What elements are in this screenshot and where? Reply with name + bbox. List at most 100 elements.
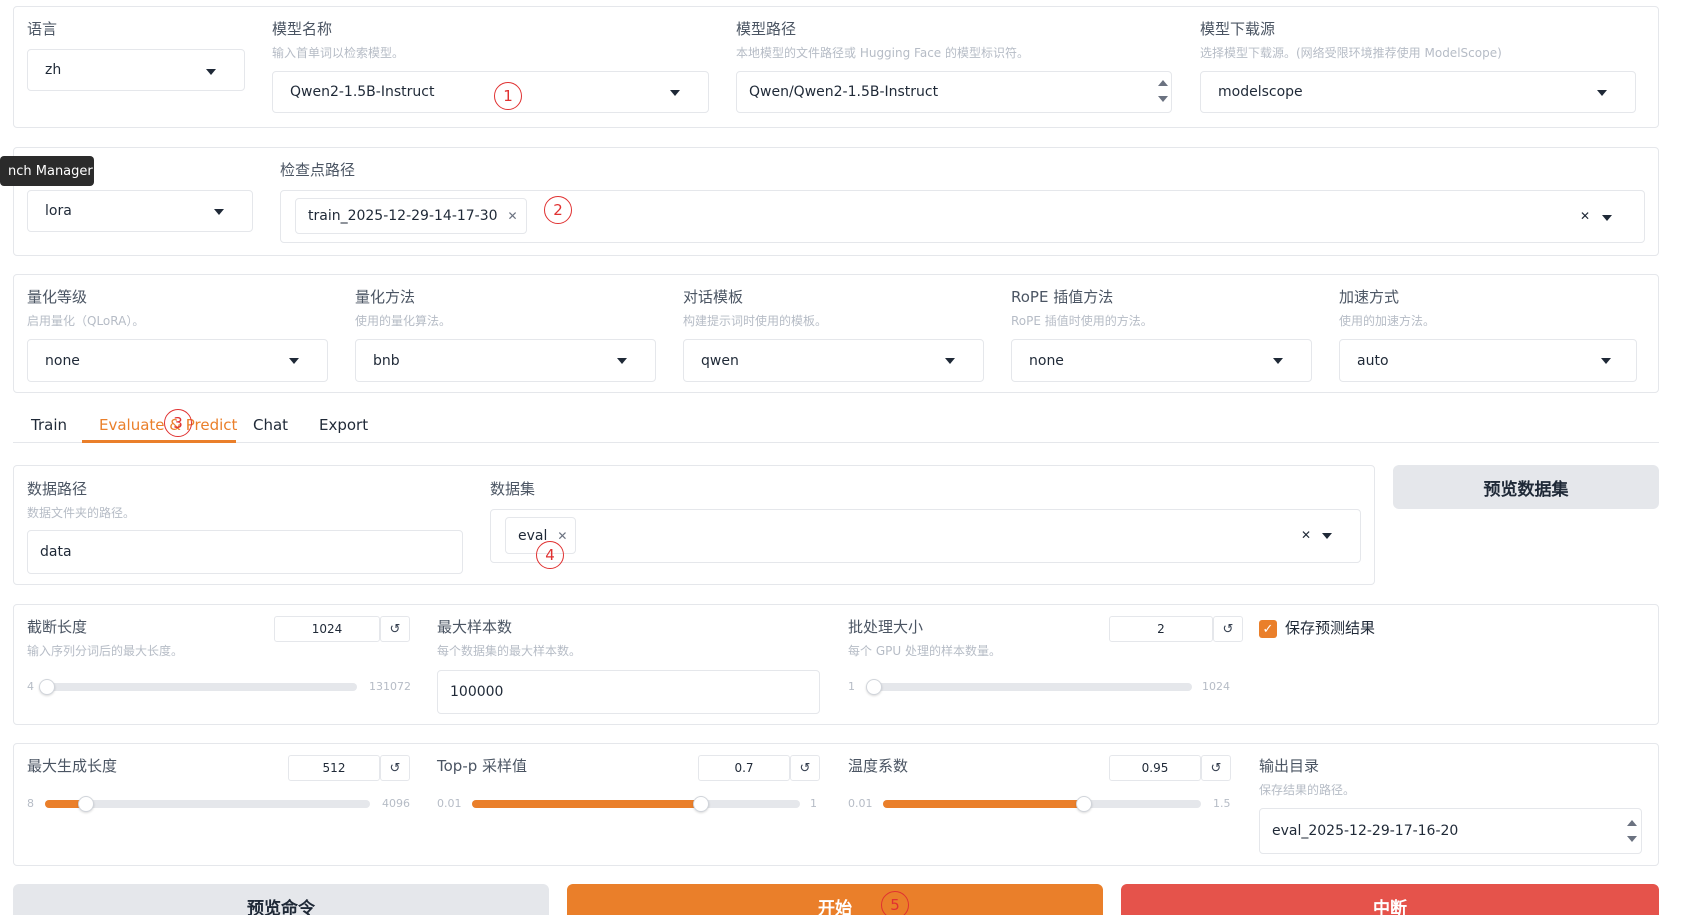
finetune-method-chevron-down-icon [214, 209, 224, 215]
dataset-chevron-down-icon [1322, 533, 1332, 539]
model-path-label: 模型路径 [736, 20, 797, 38]
batch-size-reset-icon[interactable]: ↺ [1213, 616, 1243, 642]
checkpoint-chip-label: train_2025-12-29-14-17-30 [308, 208, 498, 224]
quant-bit-hint: 启用量化（QLoRA）。 [27, 314, 145, 328]
tab-export[interactable]: Export [319, 416, 368, 434]
model-name-hint: 输入首单词以检索模型。 [272, 46, 405, 60]
top-p-reset-icon[interactable]: ↺ [790, 755, 820, 781]
model-name-label: 模型名称 [272, 20, 333, 38]
top-p-min: 0.01 [437, 797, 462, 810]
language-label: 语言 [27, 20, 58, 38]
batch-size-min: 1 [848, 680, 855, 693]
predict-label[interactable]: 保存预测结果 [1285, 617, 1375, 638]
dataset-chip-label: eval [518, 527, 548, 544]
booster-hint: 使用的加速方法。 [1339, 314, 1436, 328]
batch-size-max: 1024 [1202, 680, 1230, 693]
max-new-tokens-reset-icon[interactable]: ↺ [380, 755, 410, 781]
template-chevron-down-icon [945, 358, 955, 364]
dataset-dir-label: 数据路径 [27, 480, 88, 498]
checkpoint-chevron-down-icon [1602, 215, 1612, 221]
output-dir-hint: 保存结果的路径。 [1259, 783, 1356, 797]
cutoff-len-reset-icon[interactable]: ↺ [380, 616, 410, 642]
model-source-chevron-down-icon [1597, 90, 1607, 96]
dataset-dir-input[interactable]: data [27, 530, 463, 574]
batch-size-input[interactable]: 2 [1109, 616, 1213, 642]
batch-size-slider[interactable] [866, 679, 1192, 695]
cutoff-len-label: 截断长度 [27, 618, 88, 636]
tab-train[interactable]: Train [31, 416, 67, 434]
quant-bit-label: 量化等级 [27, 288, 88, 306]
temperature-reset-icon[interactable]: ↺ [1201, 755, 1231, 781]
start-button[interactable]: 开始 [567, 884, 1103, 915]
model-path-spinner-icon[interactable] [1158, 78, 1168, 104]
rope-select[interactable]: none [1011, 339, 1312, 382]
model-path-input[interactable]: Qwen/Qwen2-1.5B-Instruct [736, 71, 1172, 113]
template-select[interactable]: qwen [683, 339, 984, 382]
temperature-slider[interactable] [883, 796, 1201, 812]
top-p-input[interactable]: 0.7 [698, 755, 790, 781]
annotation-marker-4: 4 [536, 541, 564, 569]
temperature-max: 1.5 [1213, 797, 1231, 810]
template-label: 对话模板 [683, 288, 744, 306]
model-source-label: 模型下载源 [1200, 20, 1276, 38]
quant-method-select[interactable]: bnb [355, 339, 656, 382]
quant-bit-chevron-down-icon [289, 358, 299, 364]
annotation-marker-1: 1 [494, 82, 522, 110]
model-source-select[interactable]: modelscope [1200, 71, 1636, 113]
dataset-clear-close-icon[interactable]: ✕ [1297, 526, 1315, 544]
output-dir-spinner-icon[interactable] [1627, 818, 1637, 844]
limits-panel [13, 604, 1659, 725]
booster-chevron-down-icon [1601, 358, 1611, 364]
dataset-chip-close-icon[interactable]: ✕ [557, 529, 567, 543]
booster-select[interactable]: auto [1339, 339, 1637, 382]
annotation-marker-3: 3 [164, 409, 192, 437]
dataset-label: 数据集 [490, 480, 536, 498]
top-p-label: Top-p 采样值 [437, 757, 528, 775]
cutoff-len-input[interactable]: 1024 [274, 616, 380, 642]
max-samples-hint: 每个数据集的最大样本数。 [437, 644, 582, 658]
temperature-label: 温度系数 [848, 757, 909, 775]
checkpoint-chip-close-icon[interactable]: ✕ [508, 209, 518, 223]
output-dir-input[interactable]: eval_2025-12-29-17-16-20 [1259, 808, 1642, 854]
cutoff-len-slider[interactable] [39, 679, 357, 695]
preview-dataset-button[interactable]: 预览数据集 [1393, 465, 1659, 509]
tab-chat[interactable]: Chat [253, 416, 288, 434]
top-p-slider[interactable] [472, 796, 800, 812]
predict-checkbox[interactable]: ✓ [1259, 620, 1277, 638]
cutoff-len-max: 131072 [369, 680, 411, 693]
annotation-marker-5: 5 [881, 891, 909, 915]
checkpoint-clear-close-icon[interactable]: ✕ [1576, 207, 1594, 225]
model-name-select[interactable]: Qwen2-1.5B-Instruct [272, 71, 709, 113]
language-chevron-down-icon [206, 69, 216, 75]
active-tab-underline [82, 440, 236, 443]
max-new-tokens-min: 8 [27, 797, 34, 810]
model-name-chevron-down-icon [670, 90, 680, 96]
max-new-tokens-input[interactable]: 512 [288, 755, 380, 781]
max-new-tokens-max: 4096 [382, 797, 410, 810]
model-path-hint: 本地模型的文件路径或 Hugging Face 的模型标识符。 [736, 46, 1029, 60]
quant-method-chevron-down-icon [617, 358, 627, 364]
max-new-tokens-label: 最大生成长度 [27, 757, 118, 775]
max-new-tokens-slider[interactable] [45, 796, 370, 812]
output-dir-label: 输出目录 [1259, 757, 1320, 775]
quant-method-hint: 使用的量化算法。 [355, 314, 452, 328]
batch-size-hint: 每个 GPU 处理的样本数量。 [848, 644, 1001, 658]
batch-size-label: 批处理大小 [848, 618, 924, 636]
check-icon: ✓ [1262, 621, 1274, 637]
tooltip-launch-manager: nch Manager [0, 156, 94, 186]
temperature-input[interactable]: 0.95 [1109, 755, 1201, 781]
rope-chevron-down-icon [1273, 358, 1283, 364]
checkpoint-label: 检查点路径 [280, 161, 356, 179]
dataset-dir-hint: 数据文件夹的路径。 [27, 506, 136, 520]
abort-button[interactable]: 中断 [1121, 884, 1659, 915]
quant-bit-select[interactable]: none [27, 339, 328, 382]
max-samples-input[interactable]: 100000 [437, 670, 820, 714]
booster-label: 加速方式 [1339, 288, 1400, 306]
preview-command-button[interactable]: 预览命令 [13, 884, 549, 915]
cutoff-len-hint: 输入序列分词后的最大长度。 [27, 644, 184, 658]
checkpoint-chip[interactable]: train_2025-12-29-14-17-30 ✕ [295, 198, 527, 234]
rope-label: RoPE 插值方法 [1011, 288, 1114, 306]
template-hint: 构建提示词时使用的模板。 [683, 314, 828, 328]
dataset-multiselect[interactable] [490, 509, 1361, 563]
annotation-marker-2: 2 [544, 196, 572, 224]
